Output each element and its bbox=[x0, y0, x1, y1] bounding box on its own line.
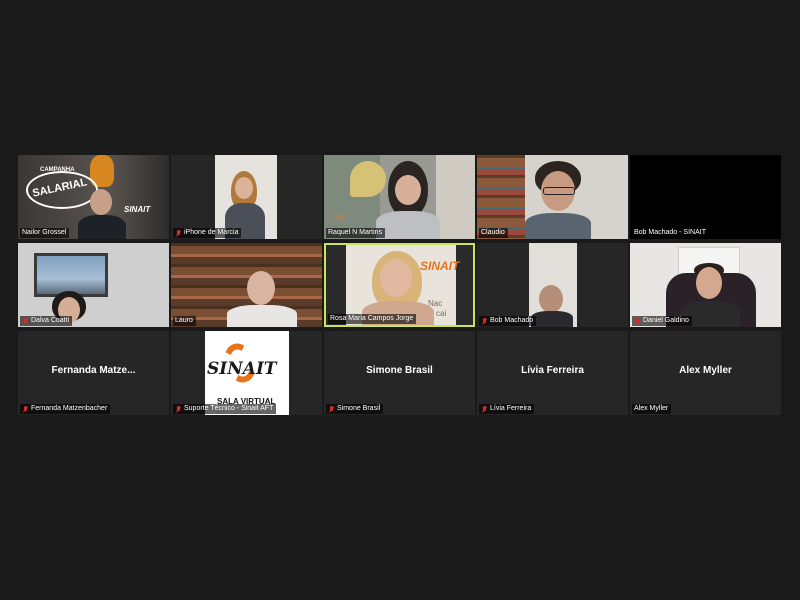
mic-muted-icon bbox=[22, 317, 28, 325]
participant-name-label: Simone Brasil bbox=[326, 404, 384, 414]
participant-name-label: Bob Machado bbox=[479, 316, 537, 326]
mic-muted-icon bbox=[175, 405, 181, 413]
participant-name-label: iPhone de Márcia bbox=[173, 228, 242, 238]
mic-muted-icon bbox=[175, 229, 181, 237]
bookshelf bbox=[477, 155, 525, 239]
participant-body bbox=[227, 305, 297, 327]
backdrop-text: SIN bbox=[332, 215, 344, 222]
video-feed bbox=[171, 243, 322, 327]
participant-tile-livia-ferreira[interactable]: Lívia Ferreira Lívia Ferreira bbox=[477, 331, 628, 415]
participant-name-label: Lauro bbox=[173, 316, 196, 326]
participant-head bbox=[90, 189, 112, 215]
mic-muted-icon bbox=[481, 317, 487, 325]
sinait-small-text: SINAIT bbox=[124, 205, 151, 214]
participant-body bbox=[376, 211, 440, 239]
backdrop-text: cai bbox=[436, 309, 447, 318]
participant-tile-lauro[interactable]: Lauro bbox=[171, 243, 322, 327]
participant-tile-simone-brasil[interactable]: Simone Brasil Simone Brasil bbox=[324, 331, 475, 415]
participant-tile-suporte-tecnico[interactable]: SINAIT SALA VIRTUAL Suporte Técnico - Si… bbox=[171, 331, 322, 415]
participant-tile-raquel-n-martins[interactable]: SIN Raquel N Martins bbox=[324, 155, 475, 239]
participant-tile-fernanda-matzenbacher[interactable]: Fernanda Matze... Fernanda Matzenbacher bbox=[18, 331, 169, 415]
participant-tile-bob-machado[interactable]: Bob Machado bbox=[477, 243, 628, 327]
participant-body bbox=[525, 213, 591, 239]
participant-display-name: Lívia Ferreira bbox=[521, 365, 584, 376]
leaf-decoration bbox=[350, 161, 386, 197]
video-feed: SIN bbox=[324, 155, 475, 239]
participant-name-label: Dalva Coatti bbox=[20, 316, 73, 326]
campanha-text: CAMPANHA bbox=[40, 167, 75, 173]
video-feed bbox=[171, 155, 322, 239]
participant-body bbox=[78, 215, 126, 239]
participant-tile-claudio[interactable]: Claudio bbox=[477, 155, 628, 239]
video-grid: CAMPANHA SALARIAL SINAIT Nailor Grossel … bbox=[0, 0, 800, 600]
mic-muted-icon bbox=[634, 317, 640, 325]
participant-head bbox=[247, 271, 275, 305]
participant-tile-dalva-coatti[interactable]: Dalva Coatti bbox=[18, 243, 169, 327]
participant-name-label: Claudio bbox=[479, 228, 508, 238]
participant-name-label: Lívia Ferreira bbox=[479, 404, 535, 414]
video-feed: CAMPANHA SALARIAL SINAIT bbox=[18, 155, 169, 239]
participant-name-label: Alex Myller bbox=[632, 404, 672, 414]
backdrop-right bbox=[436, 155, 475, 239]
participant-name-label: Raquel N Martins bbox=[326, 228, 386, 238]
participant-body bbox=[531, 311, 573, 327]
participant-tile-daniel-galdino[interactable]: Daniel Galdino bbox=[630, 243, 781, 327]
glasses bbox=[543, 187, 575, 195]
participant-head bbox=[235, 177, 253, 199]
video-feed: SINAIT SALA VIRTUAL bbox=[171, 331, 322, 415]
participant-name-label: Bob Machado - SINAIT bbox=[632, 228, 709, 238]
mic-muted-icon bbox=[481, 405, 487, 413]
video-feed bbox=[18, 243, 169, 327]
participant-name-label: Rosa Maria Campos Jorge bbox=[328, 314, 417, 324]
participant-tile-alex-myller[interactable]: Alex Myller Alex Myller bbox=[630, 331, 781, 415]
video-feed bbox=[477, 243, 628, 327]
sinait-logo-text: SINAIT bbox=[207, 359, 277, 379]
participant-tile-bob-machado-sinait[interactable]: Bob Machado - SINAIT bbox=[630, 155, 781, 239]
participant-display-name: Fernanda Matze... bbox=[51, 365, 136, 376]
participant-display-name: Alex Myller bbox=[679, 365, 732, 376]
participant-tile-nailor-grossel[interactable]: CAMPANHA SALARIAL SINAIT Nailor Grossel bbox=[18, 155, 169, 239]
participant-head bbox=[380, 259, 412, 297]
mic-muted-icon bbox=[328, 405, 334, 413]
participant-head bbox=[539, 285, 563, 313]
participant-head bbox=[395, 175, 421, 205]
participant-name-label: Nailor Grossel bbox=[20, 228, 70, 238]
video-feed: SINAIT Nac cai bbox=[326, 245, 473, 325]
participant-display-name: Simone Brasil bbox=[366, 365, 433, 376]
participant-head bbox=[696, 267, 722, 299]
mic-muted-icon bbox=[22, 405, 28, 413]
participant-name-label: Daniel Galdino bbox=[632, 316, 692, 326]
video-feed bbox=[477, 155, 628, 239]
backdrop-sinait-text: SINAIT bbox=[420, 259, 460, 273]
participant-tile-rosa-maria-campos-jorge[interactable]: SINAIT Nac cai Rosa Maria Campos Jorge bbox=[324, 243, 475, 327]
video-feed bbox=[630, 243, 781, 327]
participant-name-label: Suporte Técnico - Sinait AFT bbox=[173, 404, 277, 414]
participant-tile-iphone-de-marcia[interactable]: iPhone de Márcia bbox=[171, 155, 322, 239]
participant-name-label: Fernanda Matzenbacher bbox=[20, 404, 111, 414]
